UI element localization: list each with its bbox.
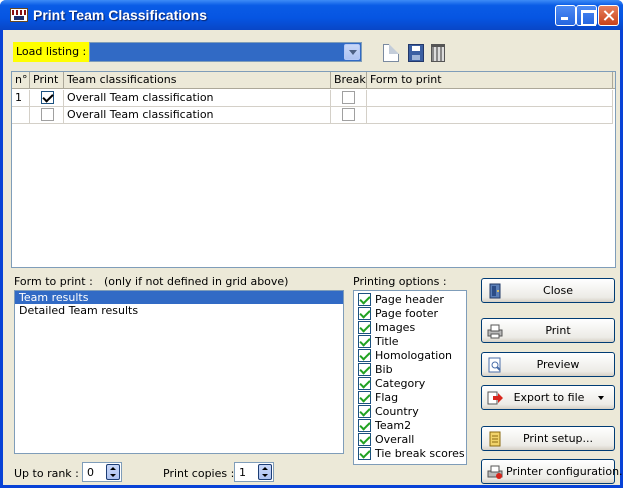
column-header-form-to-print[interactable]: Form to print — [367, 72, 613, 89]
checkbox[interactable] — [358, 433, 371, 446]
print-setup-button-label: Print setup... — [522, 432, 594, 445]
delete-icon[interactable] — [431, 44, 445, 62]
form-to-print-note: (only if not defined in grid above) — [104, 275, 289, 288]
preview-button[interactable]: Preview — [481, 352, 615, 377]
printer-configuration-button[interactable]: Printer configuration... — [481, 459, 623, 484]
door-icon — [489, 283, 501, 299]
list-item[interactable]: Team results — [15, 291, 343, 304]
print-copies-spinner[interactable]: 1 — [234, 462, 274, 482]
export-button-label: Export to file — [513, 391, 585, 404]
option-label: Page header — [375, 293, 444, 306]
break-cell — [331, 90, 367, 107]
option-label: Team2 — [375, 419, 412, 432]
window-title: Print Team Classifications — [33, 7, 208, 23]
up-to-rank-label: Up to rank : — [14, 467, 79, 480]
checkbox[interactable] — [358, 349, 371, 362]
title-bar[interactable]: Print Team Classifications — [0, 0, 623, 30]
option-label: Homologation — [375, 349, 453, 362]
print-team-classifications-window: Print Team Classifications Load listing … — [0, 0, 623, 488]
option-label: Page footer — [375, 307, 439, 320]
row-classification[interactable]: Overall Team classification — [64, 90, 331, 107]
preview-icon — [488, 357, 501, 373]
print-setup-button[interactable]: Print setup... — [481, 426, 615, 451]
close-button-label: Close — [543, 284, 573, 297]
option-label: Images — [375, 321, 416, 334]
print-button-label: Print — [545, 324, 571, 337]
row-break-checkbox[interactable] — [342, 108, 355, 121]
close-window-button[interactable] — [598, 5, 619, 26]
dropdown-arrow-icon[interactable] — [598, 396, 604, 400]
printing-options-list: Page header Page footer Images Title Hom… — [353, 290, 467, 465]
checkbox[interactable] — [358, 293, 371, 306]
checkbox[interactable] — [358, 447, 371, 460]
new-document-icon[interactable] — [383, 44, 399, 62]
load-listing-combo[interactable] — [89, 42, 362, 62]
checkbox[interactable] — [358, 377, 371, 390]
print-button[interactable]: Print — [481, 318, 615, 343]
row-print-checkbox[interactable] — [41, 91, 54, 104]
row-print-checkbox[interactable] — [41, 108, 54, 121]
table-row[interactable]: 1 Overall Team classification — [12, 90, 615, 107]
form-to-print-list[interactable]: Team results Detailed Team results — [14, 290, 344, 454]
option-label: Country — [375, 405, 419, 418]
save-icon[interactable] — [408, 44, 424, 62]
list-item[interactable]: Detailed Team results — [15, 304, 343, 317]
row-form[interactable] — [367, 90, 613, 107]
checkbox[interactable] — [358, 391, 371, 404]
chevron-down-icon[interactable] — [344, 44, 360, 60]
minimize-button[interactable] — [555, 5, 576, 26]
print-setup-icon — [489, 431, 501, 447]
maximize-button[interactable] — [576, 5, 597, 26]
app-icon — [10, 8, 28, 22]
checkbox[interactable] — [358, 335, 371, 348]
close-button[interactable]: Close — [481, 278, 615, 303]
row-number — [12, 107, 30, 124]
column-header-number[interactable]: n° — [12, 72, 30, 89]
export-to-file-button[interactable]: Export to file — [481, 385, 615, 410]
print-copies-value: 1 — [239, 466, 246, 479]
printer-config-button-label: Printer configuration... — [506, 465, 623, 478]
option-label: Overall — [375, 433, 415, 446]
table-row[interactable]: Overall Team classification — [12, 107, 615, 124]
print-copies-label: Print copies : — [163, 467, 235, 480]
row-form[interactable] — [367, 107, 613, 124]
up-to-rank-value: 0 — [87, 466, 94, 479]
option-label: Flag — [375, 391, 399, 404]
printer-icon — [487, 324, 503, 339]
row-number: 1 — [12, 90, 30, 107]
row-classification[interactable]: Overall Team classification — [64, 107, 331, 124]
option-label: Title — [375, 335, 399, 348]
preview-button-label: Preview — [536, 358, 580, 371]
grid-header: n° Print Team classifications Break Form… — [12, 72, 615, 89]
row-break-checkbox[interactable] — [342, 91, 355, 104]
option-label: Bib — [375, 363, 393, 376]
load-listing-label: Load listing : — [13, 42, 90, 62]
export-icon — [487, 391, 503, 405]
printing-options-label: Printing options : — [353, 275, 447, 288]
classifications-grid: n° Print Team classifications Break Form… — [11, 71, 616, 268]
print-cell — [30, 90, 64, 107]
spinner-arrows-icon[interactable] — [258, 464, 272, 480]
printer-config-icon — [487, 465, 503, 479]
print-cell — [30, 107, 64, 124]
column-header-team-classifications[interactable]: Team classifications — [64, 72, 331, 89]
option-label: Tie break scores — [375, 447, 465, 460]
option-label: Category — [375, 377, 426, 390]
column-header-print[interactable]: Print — [30, 72, 64, 89]
column-header-break[interactable]: Break — [331, 72, 367, 89]
up-to-rank-spinner[interactable]: 0 — [82, 462, 122, 482]
checkbox[interactable] — [358, 307, 371, 320]
form-to-print-label: Form to print : — [14, 275, 93, 288]
checkbox[interactable] — [358, 321, 371, 334]
checkbox[interactable] — [358, 363, 371, 376]
spinner-arrows-icon[interactable] — [106, 464, 120, 480]
checkbox[interactable] — [358, 419, 371, 432]
checkbox[interactable] — [358, 405, 371, 418]
break-cell — [331, 107, 367, 124]
